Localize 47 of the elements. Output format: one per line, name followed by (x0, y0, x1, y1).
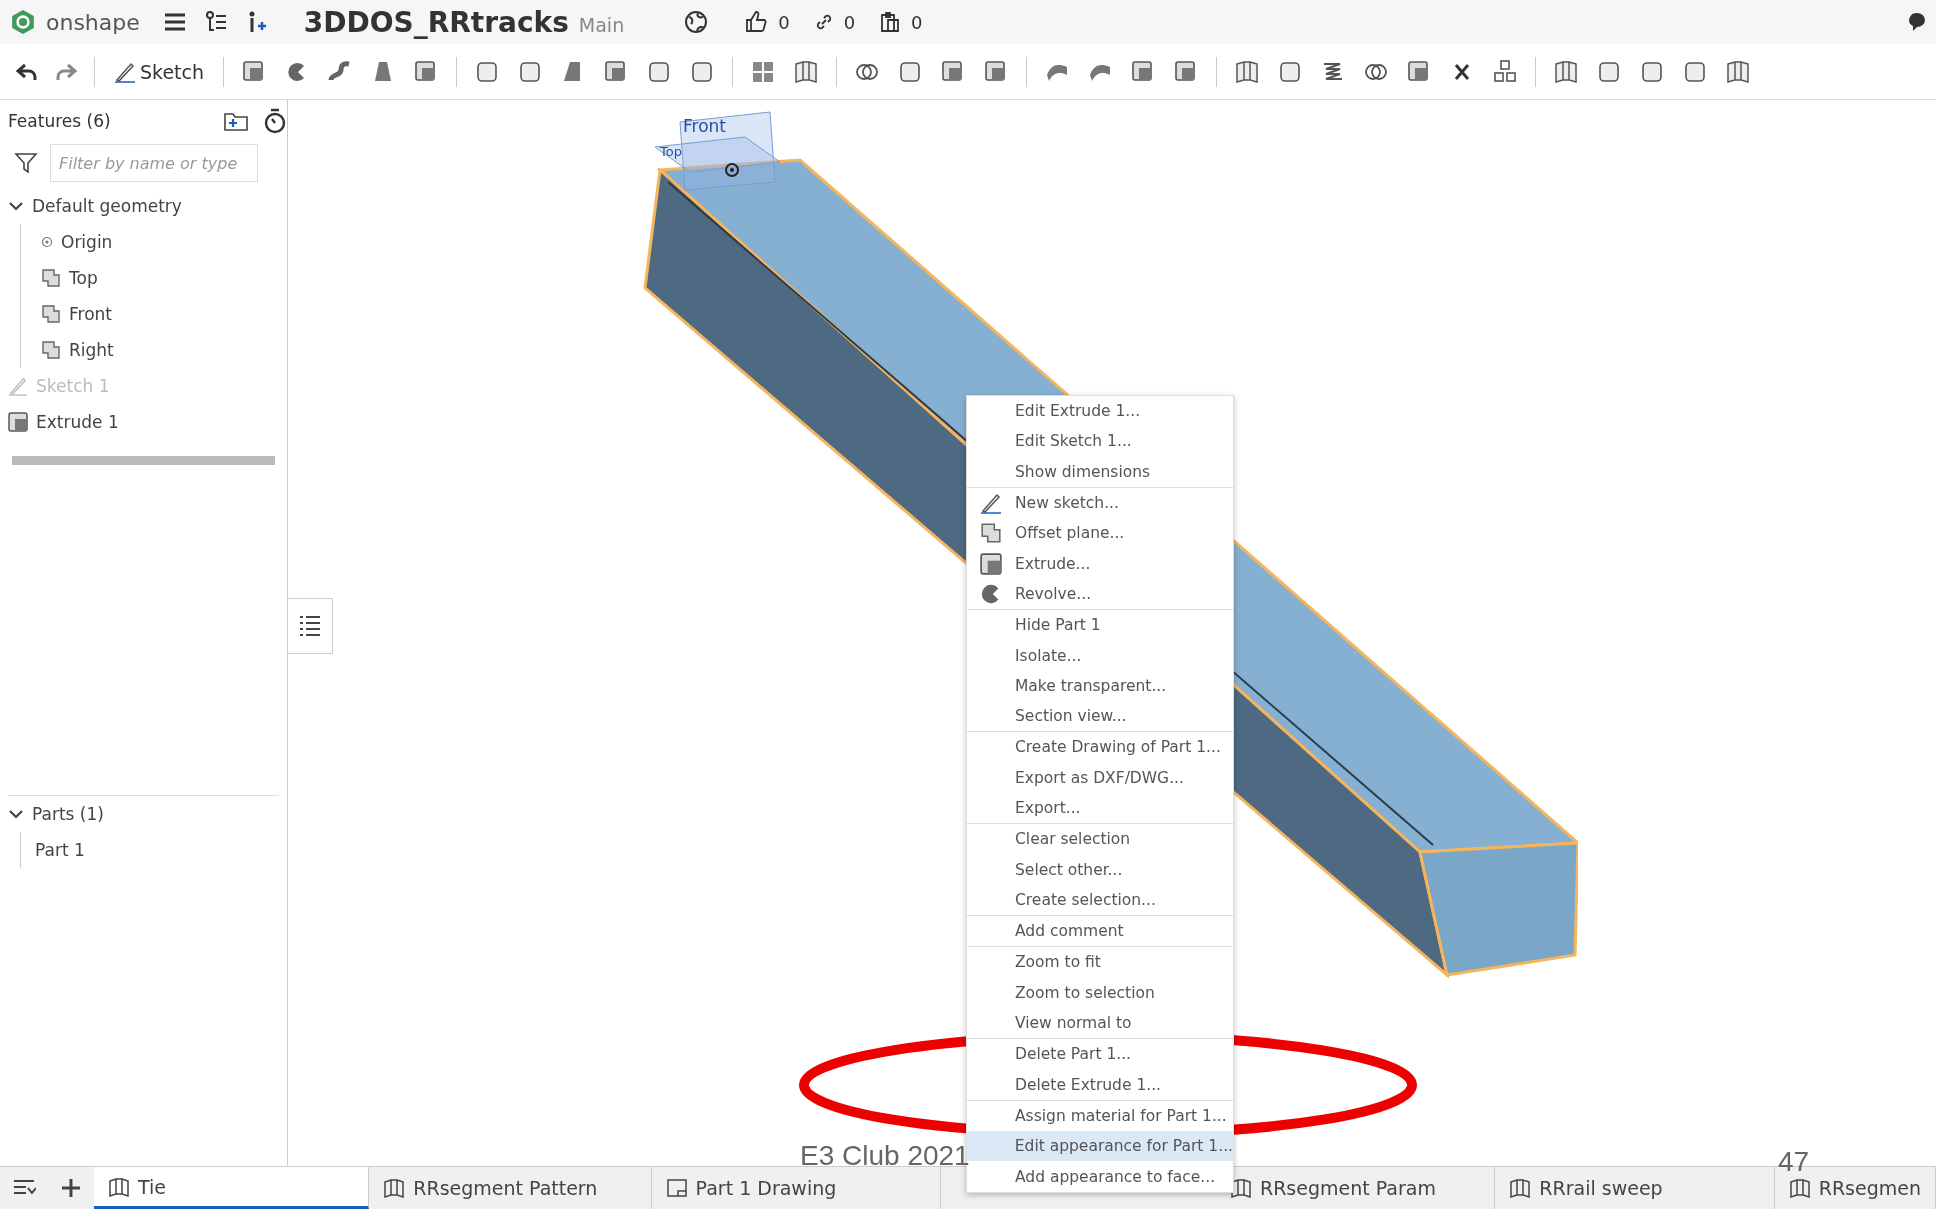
link-count: 0 (843, 11, 856, 33)
menu-item[interactable]: Isolate... (967, 640, 1233, 671)
tree-item[interactable]: Extrude 1 (8, 404, 287, 440)
document-title: 3DDOS_RRtracks (303, 5, 569, 39)
sketch-button[interactable]: Sketch (112, 58, 206, 85)
document-tab[interactable]: RRrail sweep (1495, 1167, 1775, 1209)
menu-item[interactable]: Export as DXF/DWG... (967, 762, 1233, 793)
panel-title: Features (6) (8, 111, 112, 131)
menu-item[interactable]: Export... (967, 792, 1233, 824)
document-tab[interactable]: RRsegment Pattern (369, 1167, 652, 1209)
menu-item[interactable]: Revolve... (967, 578, 1233, 610)
filter-field[interactable]: Filter by name or type (50, 144, 258, 182)
menu-item[interactable]: New sketch... (967, 487, 1233, 519)
menu-item[interactable]: Edit Sketch 1... (967, 426, 1233, 457)
document-tab[interactable]: Part 1 Drawing (651, 1167, 941, 1209)
menu-item[interactable]: Section view... (967, 700, 1233, 732)
menu-item[interactable]: Offset plane... (967, 518, 1233, 549)
plane-label: Front (683, 116, 726, 136)
tree-item[interactable]: Front (41, 296, 287, 332)
menu-item[interactable]: Zoom to selection (967, 977, 1233, 1008)
menu-item[interactable]: Extrude... (967, 548, 1233, 579)
menu-item[interactable]: View normal to (967, 1007, 1233, 1039)
plane-label: Top (660, 144, 682, 159)
tree-item[interactable]: Origin (41, 224, 287, 260)
tree-item[interactable]: Part 1 (35, 832, 287, 868)
menu-item[interactable]: Show dimensions (967, 456, 1233, 487)
menu-item[interactable]: Edit appearance for Part 1... (967, 1131, 1233, 1162)
tree-item[interactable]: Top (41, 260, 287, 296)
menu-item[interactable]: Assign material for Part 1... (967, 1100, 1233, 1132)
menu-item[interactable]: Make transparent... (967, 670, 1233, 701)
menu-item[interactable]: Select other... (967, 854, 1233, 885)
copy-count: 0 (911, 11, 923, 33)
menu-item[interactable]: Delete Extrude 1... (967, 1069, 1233, 1100)
menu-item[interactable]: Create selection... (967, 884, 1233, 916)
menu-item[interactable]: Create Drawing of Part 1... (967, 732, 1233, 763)
like-count: 0 (778, 11, 790, 33)
menu-item[interactable]: Hide Part 1 (967, 610, 1233, 641)
menu-item[interactable]: Clear selection (967, 824, 1233, 855)
tree-item[interactable]: Default geometry (8, 188, 287, 224)
document-tab[interactable]: Tie (93, 1167, 370, 1209)
menu-item[interactable]: Edit Extrude 1... (967, 396, 1233, 427)
menu-item[interactable]: Delete Part 1... (967, 1039, 1233, 1070)
menu-item[interactable]: Add comment (967, 916, 1233, 947)
logo-text: onshape (46, 9, 140, 35)
tree-item[interactable]: Right (41, 332, 287, 368)
tree-item[interactable]: Parts (1) (8, 796, 287, 832)
menu-item[interactable]: Zoom to fit (967, 947, 1233, 978)
